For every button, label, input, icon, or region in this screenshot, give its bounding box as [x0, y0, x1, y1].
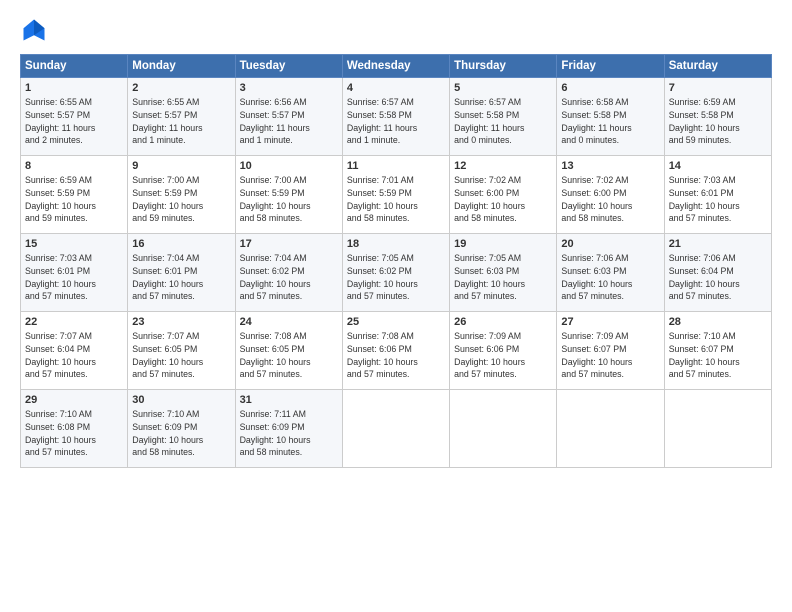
calendar-row: 8Sunrise: 6:59 AMSunset: 5:59 PMDaylight…: [21, 156, 772, 234]
col-header-sunday: Sunday: [21, 55, 128, 78]
col-header-tuesday: Tuesday: [235, 55, 342, 78]
calendar-cell: 26Sunrise: 7:09 AMSunset: 6:06 PMDayligh…: [450, 312, 557, 390]
col-header-monday: Monday: [128, 55, 235, 78]
calendar-cell: 31Sunrise: 7:11 AMSunset: 6:09 PMDayligh…: [235, 390, 342, 468]
calendar-cell: 9Sunrise: 7:00 AMSunset: 5:59 PMDaylight…: [128, 156, 235, 234]
calendar-cell: 5Sunrise: 6:57 AMSunset: 5:58 PMDaylight…: [450, 78, 557, 156]
calendar-cell: 10Sunrise: 7:00 AMSunset: 5:59 PMDayligh…: [235, 156, 342, 234]
calendar-cell: 8Sunrise: 6:59 AMSunset: 5:59 PMDaylight…: [21, 156, 128, 234]
calendar-cell: 24Sunrise: 7:08 AMSunset: 6:05 PMDayligh…: [235, 312, 342, 390]
calendar-table: SundayMondayTuesdayWednesdayThursdayFrid…: [20, 54, 772, 468]
calendar-cell: 4Sunrise: 6:57 AMSunset: 5:58 PMDaylight…: [342, 78, 449, 156]
calendar-cell: 16Sunrise: 7:04 AMSunset: 6:01 PMDayligh…: [128, 234, 235, 312]
calendar-cell: 20Sunrise: 7:06 AMSunset: 6:03 PMDayligh…: [557, 234, 664, 312]
logo: [20, 16, 52, 44]
logo-icon: [20, 16, 48, 44]
calendar-cell: 12Sunrise: 7:02 AMSunset: 6:00 PMDayligh…: [450, 156, 557, 234]
calendar-cell: 19Sunrise: 7:05 AMSunset: 6:03 PMDayligh…: [450, 234, 557, 312]
calendar-cell: 2Sunrise: 6:55 AMSunset: 5:57 PMDaylight…: [128, 78, 235, 156]
calendar-cell: [450, 390, 557, 468]
calendar-row: 29Sunrise: 7:10 AMSunset: 6:08 PMDayligh…: [21, 390, 772, 468]
header: [20, 16, 772, 44]
calendar-cell: 29Sunrise: 7:10 AMSunset: 6:08 PMDayligh…: [21, 390, 128, 468]
calendar-cell: 1Sunrise: 6:55 AMSunset: 5:57 PMDaylight…: [21, 78, 128, 156]
calendar-page: SundayMondayTuesdayWednesdayThursdayFrid…: [0, 0, 792, 612]
calendar-cell: 15Sunrise: 7:03 AMSunset: 6:01 PMDayligh…: [21, 234, 128, 312]
calendar-row: 22Sunrise: 7:07 AMSunset: 6:04 PMDayligh…: [21, 312, 772, 390]
calendar-cell: 11Sunrise: 7:01 AMSunset: 5:59 PMDayligh…: [342, 156, 449, 234]
calendar-cell: 17Sunrise: 7:04 AMSunset: 6:02 PMDayligh…: [235, 234, 342, 312]
calendar-cell: 25Sunrise: 7:08 AMSunset: 6:06 PMDayligh…: [342, 312, 449, 390]
header-row: SundayMondayTuesdayWednesdayThursdayFrid…: [21, 55, 772, 78]
calendar-cell: [664, 390, 771, 468]
calendar-cell: 21Sunrise: 7:06 AMSunset: 6:04 PMDayligh…: [664, 234, 771, 312]
calendar-cell: 14Sunrise: 7:03 AMSunset: 6:01 PMDayligh…: [664, 156, 771, 234]
col-header-thursday: Thursday: [450, 55, 557, 78]
calendar-cell: 7Sunrise: 6:59 AMSunset: 5:58 PMDaylight…: [664, 78, 771, 156]
calendar-cell: [557, 390, 664, 468]
calendar-cell: 27Sunrise: 7:09 AMSunset: 6:07 PMDayligh…: [557, 312, 664, 390]
calendar-cell: 6Sunrise: 6:58 AMSunset: 5:58 PMDaylight…: [557, 78, 664, 156]
col-header-wednesday: Wednesday: [342, 55, 449, 78]
calendar-cell: 18Sunrise: 7:05 AMSunset: 6:02 PMDayligh…: [342, 234, 449, 312]
calendar-row: 1Sunrise: 6:55 AMSunset: 5:57 PMDaylight…: [21, 78, 772, 156]
calendar-cell: [342, 390, 449, 468]
calendar-cell: 30Sunrise: 7:10 AMSunset: 6:09 PMDayligh…: [128, 390, 235, 468]
calendar-cell: 22Sunrise: 7:07 AMSunset: 6:04 PMDayligh…: [21, 312, 128, 390]
calendar-cell: 23Sunrise: 7:07 AMSunset: 6:05 PMDayligh…: [128, 312, 235, 390]
calendar-row: 15Sunrise: 7:03 AMSunset: 6:01 PMDayligh…: [21, 234, 772, 312]
calendar-cell: 28Sunrise: 7:10 AMSunset: 6:07 PMDayligh…: [664, 312, 771, 390]
col-header-friday: Friday: [557, 55, 664, 78]
calendar-cell: 13Sunrise: 7:02 AMSunset: 6:00 PMDayligh…: [557, 156, 664, 234]
col-header-saturday: Saturday: [664, 55, 771, 78]
calendar-cell: 3Sunrise: 6:56 AMSunset: 5:57 PMDaylight…: [235, 78, 342, 156]
